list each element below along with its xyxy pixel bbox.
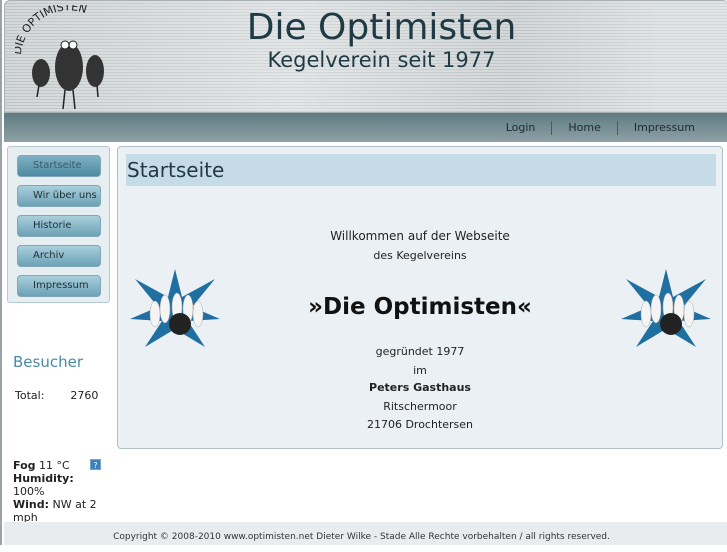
sidebar: Startseite Wir über uns Historie Archiv …	[7, 146, 110, 303]
founded-text: gegründet 1977	[375, 345, 465, 358]
wind-label: Wind:	[13, 498, 50, 511]
sidebar-item-impressum[interactable]: Impressum	[17, 275, 101, 297]
welcome-text: Willkommen auf der Webseite	[330, 229, 510, 243]
im-text: im	[413, 364, 427, 377]
main-content: Startseite Willkommen auf der Webseite d…	[117, 146, 723, 449]
welcome-text-2: des Kegelvereins	[373, 249, 467, 262]
weather-condition: Fog	[13, 459, 36, 472]
venue-name: Peters Gasthaus	[369, 381, 471, 394]
humidity-value: 100%	[13, 485, 45, 498]
club-name: »Die Optimisten«	[308, 294, 532, 320]
total-value: 2760	[70, 389, 99, 402]
site-title: Die Optimisten	[246, 7, 517, 48]
total-label: Total:	[15, 389, 45, 402]
sidebar-item-startseite[interactable]: Startseite	[17, 155, 101, 177]
nav-home[interactable]: Home	[551, 120, 616, 135]
nav-login[interactable]: Login	[490, 121, 552, 135]
visitors-heading: Besucher	[13, 353, 83, 371]
venue-street: Ritschermoor	[383, 400, 457, 413]
weather-temp: 11	[39, 459, 53, 472]
humidity-label: Humidity:	[13, 472, 74, 485]
nav-impressum[interactable]: Impressum	[616, 120, 711, 135]
page-title: Startseite	[126, 154, 716, 186]
sidebar-item-wir-ueber-uns[interactable]: Wir über uns	[17, 185, 101, 207]
help-icon[interactable]: ?	[90, 459, 101, 470]
header-banner: DIE OPTIMISTEN Die Optimisten Kegelverei…	[4, 0, 727, 113]
sidebar-item-historie[interactable]: Historie	[17, 215, 101, 237]
site-subtitle: Kegelverein seit 1977	[267, 48, 496, 72]
footer: Copyright © 2008-2010 www.optimisten.net…	[4, 522, 727, 545]
top-nav: Login Home Impressum	[4, 113, 727, 142]
visitor-total: Total: 2760	[15, 389, 98, 402]
venue-city: 21706 Drochtersen	[366, 418, 474, 431]
weather-unit: °C	[56, 459, 70, 472]
sidebar-item-archiv[interactable]: Archiv	[17, 245, 101, 267]
